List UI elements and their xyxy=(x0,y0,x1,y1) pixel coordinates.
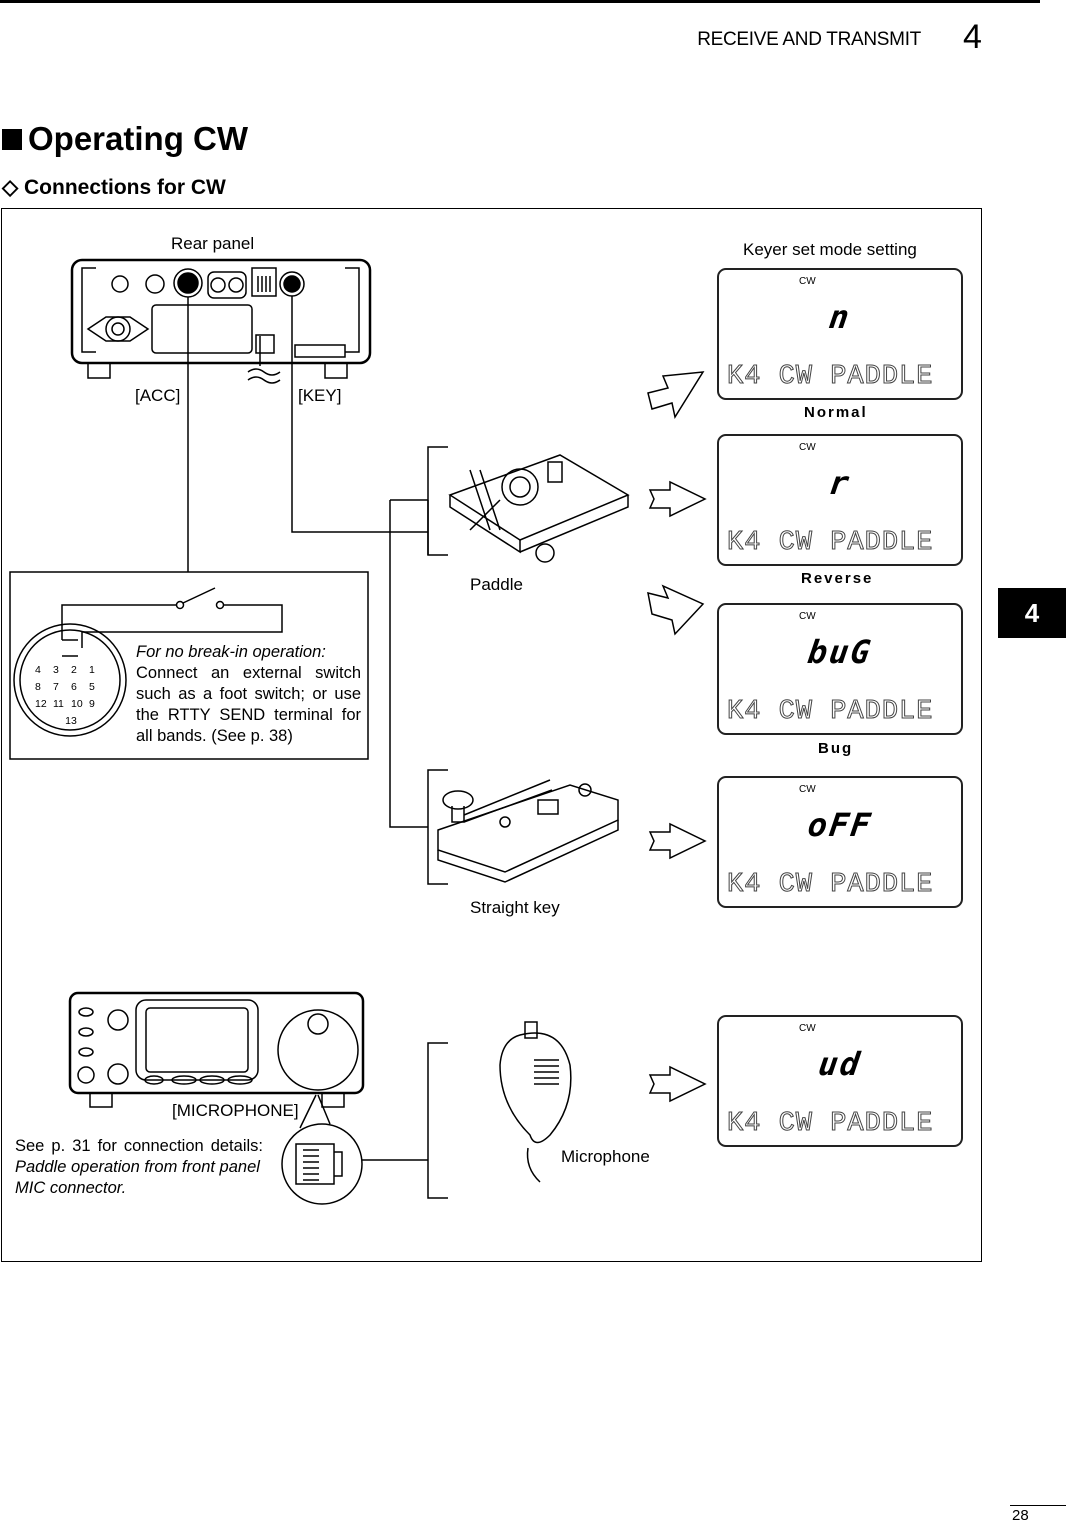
no-break-in-note: For no break-in operation: Connect an ex… xyxy=(136,642,361,747)
segment-value: buG xyxy=(805,633,875,671)
cw-indicator: CW xyxy=(799,1023,816,1034)
mic-note-line: See p. 31 for connection details: xyxy=(15,1137,263,1155)
mic-note-line: Paddle operation from front panel xyxy=(15,1158,260,1176)
cw-indicator: CW xyxy=(799,276,816,287)
paddle-illustration xyxy=(448,454,630,563)
lcd-display-normal: CW n K4 CW PADDLE xyxy=(717,268,963,400)
mic-note-line: MIC connector. xyxy=(15,1179,127,1197)
acc-label: [ACC] xyxy=(135,386,181,405)
paddle-label: Paddle xyxy=(470,575,523,594)
cw-indicator: CW xyxy=(799,784,816,795)
pin-label: 3 xyxy=(53,664,59,676)
mic-note: See p. 31 for connection details: Paddle… xyxy=(15,1136,263,1199)
pin-label: 10 xyxy=(71,698,83,710)
pin-label: 1 xyxy=(89,664,95,676)
microphone-connector-label: [MICROPHONE] xyxy=(172,1101,299,1120)
straight-key-illustration xyxy=(437,779,619,883)
pin-label: 2 xyxy=(71,664,77,676)
pin-label: 13 xyxy=(65,715,77,727)
pin-label: 4 xyxy=(35,664,41,676)
connection-diagram xyxy=(9,258,707,1205)
key-label: [KEY] xyxy=(298,386,342,405)
segment-value: ud xyxy=(816,1045,864,1083)
pin-label: 5 xyxy=(89,681,95,693)
lcd-display-reverse: CW r K4 CW PADDLE xyxy=(717,434,963,566)
page-number-rule xyxy=(1010,1505,1066,1506)
chapter-side-tab: 4 xyxy=(998,588,1066,638)
arrow-icons xyxy=(647,371,707,1103)
note-title: For no break-in operation: xyxy=(136,643,326,661)
keyer-title: Keyer set mode setting xyxy=(743,240,917,259)
segment-value: r xyxy=(826,464,854,502)
dot-matrix-text: K4 CW PADDLE xyxy=(726,362,934,393)
cw-indicator: CW xyxy=(799,611,816,622)
caption-reverse: Reverse xyxy=(801,570,874,587)
acc-pin-layout: 4 3 2 1 8 7 6 5 12 11 10 9 13 xyxy=(35,662,107,730)
pin-label: 6 xyxy=(71,681,77,693)
caption-bug: Bug xyxy=(818,740,854,757)
pin-label: 9 xyxy=(89,698,95,710)
rear-panel-label: Rear panel xyxy=(171,234,255,253)
microphone-label: Microphone xyxy=(561,1147,650,1166)
page-number: 28 xyxy=(1012,1507,1029,1524)
note-line: all bands. (See p. 38) xyxy=(136,727,293,745)
note-line: Connect an external switch xyxy=(136,664,361,682)
caption-normal: Normal xyxy=(804,404,868,421)
pin-label: 12 xyxy=(35,698,47,710)
note-line: the RTTY SEND terminal for xyxy=(136,706,361,724)
lcd-display-bug: CW buG K4 CW PADDLE xyxy=(717,603,963,735)
lcd-display-ud: CW ud K4 CW PADDLE xyxy=(717,1015,963,1147)
pin-label: 8 xyxy=(35,681,41,693)
dot-matrix-text: K4 CW PADDLE xyxy=(726,870,934,901)
segment-value: n xyxy=(826,298,854,336)
transceiver-front-illustration xyxy=(68,991,365,1108)
rear-panel-illustration xyxy=(70,258,372,384)
segment-value: oFF xyxy=(805,806,875,844)
note-line: such as a foot switch; or use xyxy=(136,685,361,703)
dot-matrix-text: K4 CW PADDLE xyxy=(726,1109,934,1140)
pin-label: 7 xyxy=(53,681,59,693)
cw-indicator: CW xyxy=(799,442,816,453)
dot-matrix-text: K4 CW PADDLE xyxy=(726,528,934,559)
lcd-display-off: CW oFF K4 CW PADDLE xyxy=(717,776,963,908)
straight-key-label: Straight key xyxy=(470,898,560,917)
dot-matrix-text: K4 CW PADDLE xyxy=(726,697,934,728)
pin-label: 11 xyxy=(53,698,64,710)
